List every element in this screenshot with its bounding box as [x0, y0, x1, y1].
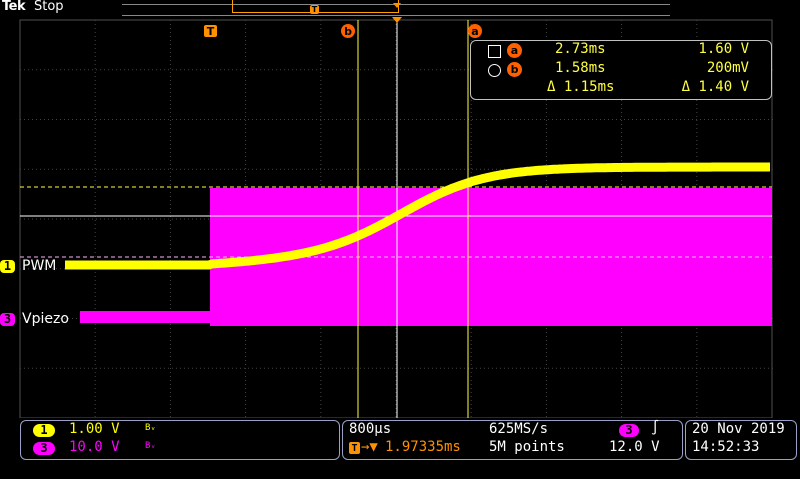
ch1-bandwidth-icon: Bᵥ — [145, 423, 156, 433]
cursor-a-value: 1.60 V — [698, 41, 749, 57]
vertical-settings-panel[interactable]: 1 1.00 V Bᵥ 3 10.0 V Bᵥ — [20, 420, 340, 460]
trigger-delay-arrow-icon: →▼ — [361, 439, 378, 455]
date: 20 Nov 2019 — [692, 421, 785, 437]
ch3-scale: 10.0 V — [69, 439, 120, 455]
timebase-scale: 800µs — [349, 421, 392, 437]
ch3-ground-marker[interactable]: 3 — [0, 313, 15, 326]
cursor-delta-time: Δ 1.15ms — [547, 79, 615, 95]
cursor-a-square-icon — [488, 45, 501, 58]
ch1-scale: 1.00 V — [69, 421, 120, 437]
ch1-badge: 1 — [33, 424, 55, 437]
cursor-delta-value: Δ 1.40 V — [681, 79, 749, 95]
trigger-source-badge: 3 — [619, 424, 639, 437]
cursor-readout-panel[interactable]: a 2.73ms 1.60 V b 1.58ms 200mV Δ 1.15ms … — [470, 40, 772, 100]
horizontal-trigger-panel[interactable]: 800µs T →▼ 1.97335ms 625MS/s 5M points 3… — [342, 420, 683, 460]
svg-text:T: T — [207, 25, 215, 38]
status-bar: 1 1.00 V Bᵥ 3 10.0 V Bᵥ 800µs T →▼ 1.973… — [0, 418, 800, 479]
ch3-waveform-low — [80, 311, 211, 323]
overview-center-marker — [393, 3, 401, 8]
cursor-b-circle-icon — [488, 64, 501, 77]
cursor-a-marker[interactable]: a — [468, 24, 482, 38]
svg-text:b: b — [344, 25, 352, 38]
time: 14:52:33 — [692, 439, 760, 455]
ch3-label: Vpiezo — [22, 311, 69, 327]
rising-edge-icon: ∫ — [651, 420, 660, 436]
cursor-b-icon: b — [507, 62, 522, 77]
ch1-ground-marker[interactable]: 1 — [0, 260, 15, 273]
cursor-b-time: 1.58ms — [555, 60, 606, 76]
cursor-b-value: 200mV — [706, 60, 749, 76]
record-length: 5M points — [489, 439, 565, 455]
svg-text:a: a — [471, 25, 478, 38]
cursor-a-icon: a — [507, 43, 522, 58]
datetime-panel[interactable]: 20 Nov 2019 14:52:33 — [685, 420, 797, 460]
cursor-b-marker[interactable]: b — [341, 24, 355, 38]
cursor-a-time: 2.73ms — [555, 41, 606, 57]
overview-trigger-marker: T — [310, 5, 319, 14]
horizontal-position: 1.97335ms — [385, 439, 461, 455]
ch3-badge: 3 — [33, 442, 55, 455]
ch1-label: PWM — [22, 258, 57, 274]
ch3-bandwidth-icon: Bᵥ — [145, 441, 156, 451]
trigger-position-icon: T — [349, 442, 360, 454]
trigger-level: 12.0 V — [609, 439, 660, 455]
trigger-position-marker[interactable]: T — [204, 25, 217, 38]
sample-rate: 625MS/s — [489, 421, 549, 437]
